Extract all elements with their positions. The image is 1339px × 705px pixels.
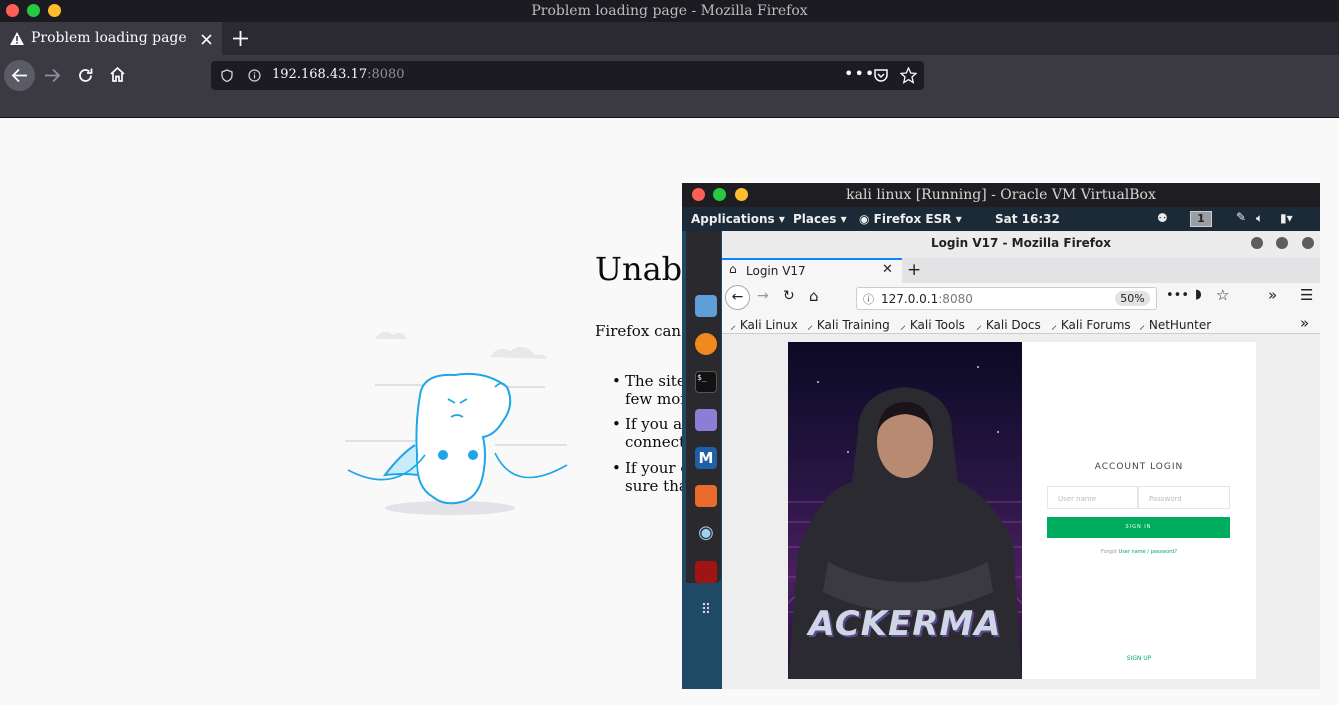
inner-window-title: Login V17 - Mozilla Firefox (931, 236, 1111, 250)
kali-dragon-icon: ⸝ (976, 318, 983, 332)
cherry-icon[interactable] (695, 561, 717, 583)
bookmarks-toolbar: ⸝ Kali Linux ⸝ Kali Training ⸝ Kali Tool… (722, 313, 1320, 334)
eye-icon[interactable]: ◉ (695, 523, 717, 545)
files-icon[interactable] (695, 295, 717, 317)
inner-titlebar: Login V17 - Mozilla Firefox (722, 231, 1320, 258)
password-input[interactable]: Password (1138, 486, 1230, 509)
inner-forward-icon[interactable]: → (757, 288, 769, 304)
inner-page-content: ACKERMA ACCOUNT LOGIN User name Password… (722, 334, 1320, 689)
inner-home-icon[interactable]: ⌂ (809, 287, 819, 305)
applications-menu[interactable]: Applications ▾ (691, 212, 785, 226)
close-window-button[interactable] (6, 4, 19, 17)
panel-clock: Sat 16:32 (995, 212, 1060, 226)
text-editor-icon[interactable] (695, 409, 717, 431)
window-title: Problem loading page - Mozilla Firefox (531, 3, 808, 19)
metasploit-icon[interactable]: M (695, 447, 717, 469)
inner-new-tab-icon[interactable]: + (907, 260, 921, 280)
app-grid-icon[interactable]: ⠿ (695, 599, 717, 621)
page-actions-menu-icon[interactable]: ••• (844, 64, 875, 83)
tracking-shield-icon[interactable] (221, 69, 233, 82)
inner-url-bar[interactable]: ⓘ 127.0.0.1:8080 50% (856, 287, 1157, 310)
people-icon[interactable]: ⚉ (1157, 211, 1168, 225)
firefox-dock-icon[interactable] (695, 333, 717, 355)
username-input[interactable]: User name (1047, 486, 1138, 509)
pen-icon[interactable]: ✎ (1236, 210, 1246, 224)
power-icon[interactable]: ▮▾ (1280, 211, 1293, 225)
inner-close-tab-icon[interactable]: ✕ (882, 262, 893, 277)
forgot-line: Forgot User name / password? (1101, 549, 1177, 555)
inner-minimize-button[interactable] (1251, 237, 1263, 249)
bookmark-kali-training[interactable]: ⸝ Kali Training (807, 316, 890, 333)
url-text[interactable]: 192.168.43.17:8080 (272, 67, 405, 82)
places-menu[interactable]: Places ▾ (793, 212, 847, 226)
firefox-small-icon: ◉ (859, 212, 870, 226)
bookmark-kali-forums[interactable]: ⸝ Kali Forums (1051, 316, 1131, 333)
hacker-photo: ACKERMA (788, 342, 1022, 679)
virtualbox-window[interactable]: kali linux [Running] - Oracle VM Virtual… (682, 183, 1320, 689)
vbox-titlebar: kali linux [Running] - Oracle VM Virtual… (682, 183, 1320, 207)
inner-overflow-icon[interactable]: » (1268, 286, 1277, 304)
back-arrow-icon (11, 68, 27, 83)
vbox-minimize-button[interactable] (735, 188, 748, 201)
tab-problem-loading[interactable]: Problem loading page (0, 22, 222, 55)
inner-page-actions-icon[interactable]: ••• (1166, 288, 1189, 303)
zoom-indicator[interactable]: 50% (1115, 291, 1150, 306)
bookmark-star-icon[interactable] (900, 67, 917, 84)
dinosaur-illustration (345, 331, 568, 515)
site-info-icon[interactable] (248, 69, 261, 82)
kali-dragon-icon: ⸝ (1051, 318, 1058, 332)
inner-bookmark-star-icon[interactable]: ☆ (1216, 286, 1229, 304)
tab-login-v17[interactable]: ⌂ Login V17 ✕ (722, 258, 902, 283)
new-tab-icon[interactable] (233, 31, 248, 46)
window-titlebar: Problem loading page - Mozilla Firefox (0, 0, 1339, 22)
home-icon[interactable] (109, 66, 126, 83)
login-page: ACKERMA ACCOUNT LOGIN User name Password… (788, 342, 1256, 679)
burpsuite-icon[interactable] (695, 485, 717, 507)
pocket-icon[interactable] (873, 68, 889, 83)
kali-dragon-icon: ⸝ (807, 318, 814, 332)
maximize-window-button[interactable] (27, 4, 40, 17)
vbox-maximize-button[interactable] (713, 188, 726, 201)
firefox-app-menu[interactable]: ◉ Firefox ESR ▾ (859, 212, 962, 226)
inner-tab-title: Login V17 (746, 264, 806, 278)
forgot-password-link[interactable]: User name / password? (1119, 549, 1177, 555)
inner-pocket-icon[interactable]: ◗ (1195, 287, 1202, 302)
back-button[interactable] (4, 60, 35, 91)
home-favicon-icon: ⌂ (729, 262, 737, 276)
kali-dragon-icon: ⸝ (730, 318, 737, 332)
login-heading: ACCOUNT LOGIN (1094, 462, 1184, 472)
url-bar[interactable]: 192.168.43.17:8080 ••• (211, 61, 924, 90)
signup-link[interactable]: SIGN UP (1022, 655, 1256, 662)
inner-close-button[interactable] (1302, 237, 1314, 249)
volume-icon[interactable]: 🔈︎ (1256, 211, 1263, 226)
inner-site-info-icon[interactable]: ⓘ (863, 291, 874, 307)
kali-dock: $_ M ◉ ⠿ (686, 231, 721, 618)
workspace-switcher[interactable]: 1 (1190, 211, 1212, 227)
kali-dragon-icon: ⸝ (900, 318, 907, 332)
inner-maximize-button[interactable] (1276, 237, 1288, 249)
bookmarks-overflow-icon[interactable]: » (1300, 314, 1309, 332)
banner-text: ACKERMA (808, 604, 1002, 644)
minimize-window-button[interactable] (48, 4, 61, 17)
reload-icon[interactable] (77, 67, 94, 84)
signin-button[interactable]: SIGN IN (1047, 517, 1230, 538)
warning-icon (10, 32, 24, 45)
bookmark-nethunter[interactable]: ⸝ NetHunter (1139, 316, 1211, 333)
inner-back-button[interactable]: ← (725, 285, 750, 310)
tab-title: Problem loading page (31, 30, 187, 46)
bookmark-kali-linux[interactable]: ⸝ Kali Linux (730, 316, 798, 333)
forward-arrow-icon[interactable] (44, 67, 61, 84)
bookmark-kali-tools[interactable]: ⸝ Kali Tools (900, 316, 965, 333)
close-tab-icon[interactable] (201, 34, 212, 45)
inner-menu-icon[interactable]: ☰ (1300, 286, 1313, 304)
kali-top-panel: Applications ▾ Places ▾ ◉ Firefox ESR ▾ … (682, 207, 1320, 231)
bookmark-kali-docs[interactable]: ⸝ Kali Docs (976, 316, 1041, 333)
vbox-close-button[interactable] (692, 188, 705, 201)
inner-firefox-window[interactable]: Login V17 - Mozilla Firefox ⌂ Login V17 … (722, 231, 1320, 689)
terminal-icon[interactable]: $_ (695, 371, 717, 393)
inner-reload-icon[interactable]: ↻ (783, 288, 795, 304)
vbox-title: kali linux [Running] - Oracle VM Virtual… (846, 187, 1156, 203)
kali-dragon-icon: ⸝ (1139, 318, 1146, 332)
inner-url-text[interactable]: 127.0.0.1:8080 (881, 292, 973, 306)
